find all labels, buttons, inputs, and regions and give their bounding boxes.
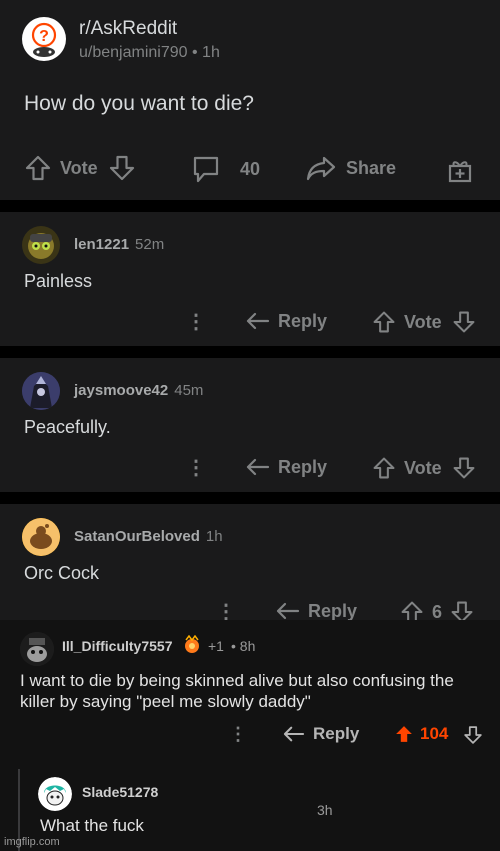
- vote-count: 6: [432, 601, 443, 621]
- reply-label: Reply: [313, 724, 360, 743]
- subreddit-avatar[interactable]: ?: [22, 17, 66, 61]
- reply-button[interactable]: Reply: [283, 724, 359, 744]
- comment-username[interactable]: len1221 52m: [74, 236, 164, 253]
- comment-username[interactable]: Slade51278 3h: [82, 784, 333, 818]
- post-title[interactable]: How do you want to die?: [24, 92, 254, 116]
- reply-label: Reply: [308, 600, 358, 621]
- post-vote-group: Vote: [24, 154, 136, 182]
- more-options-icon[interactable]: ⋮: [186, 458, 206, 478]
- reply-button[interactable]: Reply: [246, 456, 327, 478]
- more-options-icon[interactable]: ⋮: [186, 312, 206, 332]
- reply-label: Reply: [278, 456, 328, 477]
- snoo-avatar-icon: [20, 632, 54, 666]
- score-count: 104: [420, 724, 449, 743]
- post-card: ? r/AskReddit u/benjamini790 • 1h How do…: [0, 0, 500, 200]
- upvote-filled-icon[interactable]: [394, 724, 414, 744]
- reply-label: Reply: [278, 310, 328, 331]
- upvote-icon[interactable]: [400, 600, 424, 620]
- upvote-icon[interactable]: [24, 154, 52, 182]
- vote-label: Vote: [60, 157, 98, 178]
- vote-label: Vote: [404, 457, 442, 478]
- reply-arrow-icon: [283, 724, 305, 744]
- reply-button[interactable]: Reply: [246, 310, 327, 332]
- upvote-icon[interactable]: [372, 310, 396, 334]
- share-label: Share: [346, 157, 397, 178]
- comment-body: Peacefully.: [24, 417, 111, 437]
- user-avatar[interactable]: [20, 632, 54, 666]
- comment-count: 40: [240, 158, 261, 179]
- award-gift-icon[interactable]: [446, 156, 474, 184]
- downvote-icon[interactable]: [463, 725, 483, 745]
- teal-hair-avatar-icon: [38, 777, 72, 811]
- username[interactable]: Ill_Difficulty7557: [62, 638, 173, 654]
- comment-bubble-icon: [192, 154, 220, 184]
- comment-username[interactable]: SatanOurBeloved 1h: [74, 528, 223, 545]
- frog-goggles-avatar-icon: [28, 233, 54, 259]
- more-options-icon[interactable]: ⋮: [216, 602, 236, 620]
- karma-count: +1: [208, 638, 224, 654]
- post-meta: u/benjamini790 • 1h: [79, 44, 220, 62]
- comment-username[interactable]: jaysmoove42 45m: [74, 382, 203, 399]
- comment-card: len1221 52m Painless ⋮ Reply Vote: [0, 212, 500, 346]
- watermark: imgflip.com: [4, 836, 60, 848]
- reply-arrow-icon: [246, 310, 270, 332]
- svg-text:?: ?: [39, 28, 49, 45]
- askreddit-icon: ?: [31, 22, 57, 57]
- post-age: 1h: [202, 44, 220, 61]
- share-button[interactable]: Share: [306, 154, 396, 182]
- comment-time: • 8h: [231, 638, 256, 654]
- comment-body: Painless: [24, 271, 93, 291]
- user-avatar[interactable]: [22, 518, 60, 556]
- comment-body: What the fuck: [40, 816, 144, 835]
- comments-button[interactable]: 40: [192, 154, 260, 184]
- comment-vote-group: Vote: [372, 310, 476, 334]
- subreddit-name[interactable]: r/AskReddit: [79, 18, 177, 40]
- reply-button[interactable]: Reply: [276, 600, 357, 620]
- cutoff-action-bar: [350, 847, 500, 851]
- downvote-icon[interactable]: [108, 154, 136, 182]
- character-avatar-icon: [22, 372, 60, 410]
- comment-vote-group: 6: [400, 600, 474, 620]
- vote-label: Vote: [404, 311, 442, 332]
- post-action-bar: Vote 40 Share: [24, 154, 474, 188]
- comment-time: 45m: [174, 382, 204, 399]
- default-snoo-avatar-icon: [22, 518, 60, 556]
- comment-card: SatanOurBeloved 1h Orc Cock ⋮ Reply 6: [0, 504, 500, 620]
- upvoted-score[interactable]: 104: [394, 724, 448, 744]
- post-author[interactable]: u/benjamini790: [79, 44, 188, 61]
- username[interactable]: SatanOurBeloved: [74, 528, 200, 545]
- meta-separator: •: [191, 44, 198, 61]
- nested-reply: Slade51278 3h What the fuck: [18, 769, 500, 851]
- more-options-icon[interactable]: ⋮: [229, 725, 247, 743]
- comment-body: Orc Cock: [24, 563, 100, 583]
- downvote-icon[interactable]: [450, 600, 474, 620]
- username[interactable]: jaysmoove42: [74, 382, 168, 399]
- reply-arrow-icon: [246, 456, 270, 478]
- reply-arrow-icon: [276, 600, 300, 620]
- user-avatar[interactable]: [22, 226, 60, 264]
- comment-card: jaysmoove42 45m Peacefully. ⋮ Reply Vote: [0, 358, 500, 492]
- comment-body: I want to die by being skinned alive but…: [20, 671, 454, 711]
- award-flair-icon: [181, 635, 203, 655]
- comment-time: 1h: [205, 528, 223, 545]
- username[interactable]: Slade51278: [82, 784, 158, 800]
- user-avatar[interactable]: [22, 372, 60, 410]
- comment-card: Ill_Difficulty7557 +1 • 8h I want to die…: [0, 620, 500, 851]
- downvote-icon[interactable]: [452, 456, 476, 480]
- user-avatar[interactable]: [38, 777, 72, 811]
- comment-time: 52m: [135, 236, 165, 253]
- share-icon: [306, 154, 336, 182]
- upvote-icon[interactable]: [372, 456, 396, 480]
- downvote-icon[interactable]: [452, 310, 476, 334]
- comment-vote-group: Vote: [372, 456, 476, 480]
- username[interactable]: len1221: [74, 236, 129, 253]
